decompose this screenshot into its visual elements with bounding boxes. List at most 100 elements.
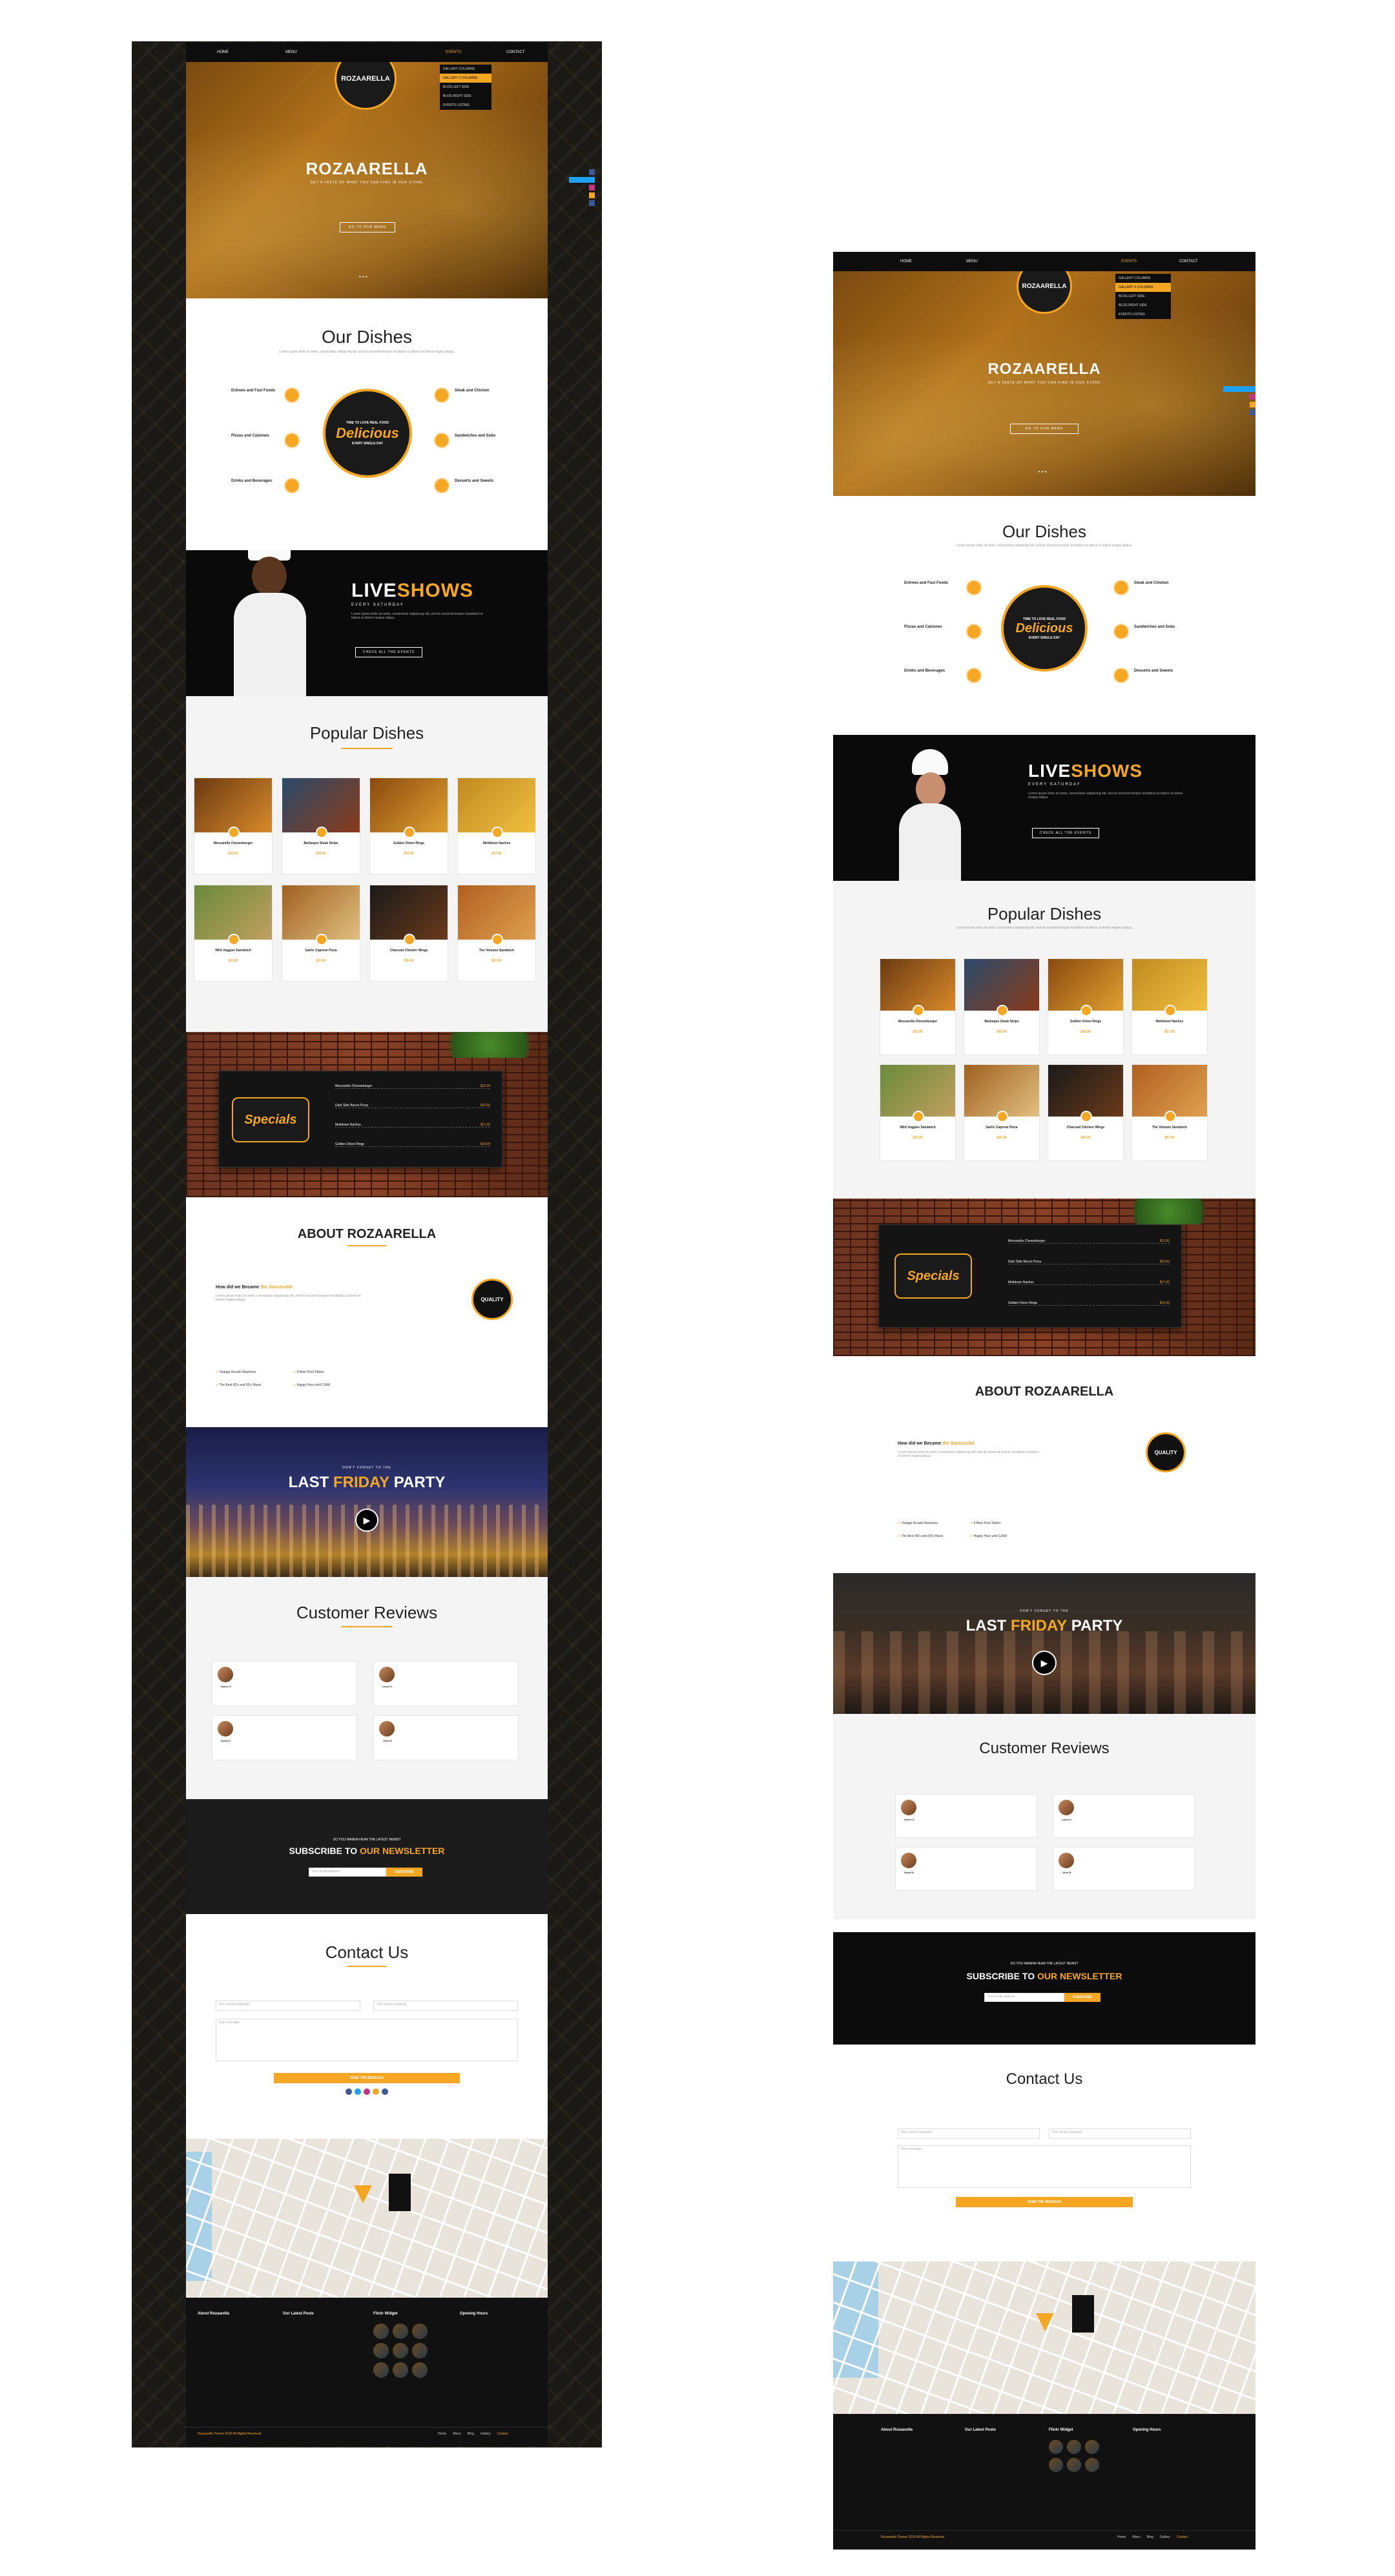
dish-card[interactable]: Charcoal Chicken Wings $16.00	[1048, 1064, 1124, 1161]
dish-card[interactable]: Barbeque Steak Strips $19.00	[964, 958, 1040, 1055]
rss-icon[interactable]	[1250, 402, 1256, 407]
dish-card[interactable]: The Volcano Sandwich $17.00	[457, 885, 536, 982]
flickr-thumb[interactable]	[373, 2343, 389, 2358]
events-button[interactable]: CHECK ALL THE EVENTS	[1032, 828, 1099, 838]
dropdown-item[interactable]: BLOG RIGHT SIDE	[1115, 301, 1171, 310]
map-section-wide[interactable]	[833, 2262, 1256, 2414]
instagram-icon[interactable]	[364, 2088, 370, 2095]
map-section[interactable]	[186, 2139, 548, 2298]
twitter-icon[interactable]	[355, 2088, 361, 2095]
flickr-thumb[interactable]	[412, 2362, 428, 2378]
footer-link[interactable]: Blog	[1147, 2535, 1153, 2539]
twitter-icon[interactable]	[569, 177, 595, 183]
flickr-thumb[interactable]	[1067, 2458, 1081, 2472]
dish-card[interactable]: Meltdown Nachos $17.00	[1132, 958, 1208, 1055]
newsletter-email-input[interactable]: Your email address	[984, 1993, 1064, 2002]
message-textarea[interactable]: Your message	[898, 2145, 1191, 2188]
review-card: Laura S.	[1053, 1794, 1195, 1838]
footer-link[interactable]: Gallery	[1160, 2535, 1170, 2539]
dish-card[interactable]: Garlic Caprese Pizza $22.00	[964, 1064, 1040, 1161]
slider-dots[interactable]: • • •	[359, 274, 367, 280]
vimeo-icon[interactable]	[382, 2088, 388, 2095]
subscribe-button[interactable]: SUBSCRIBE	[1064, 1993, 1100, 2002]
nav-contact[interactable]: CONTACT	[502, 50, 529, 54]
footer-link[interactable]: Home	[438, 2432, 446, 2436]
dropdown-item[interactable]: EVENTS LISTING	[440, 101, 491, 110]
dropdown-item-selected[interactable]: GALLERY 3 COLUMNS	[440, 74, 491, 83]
flickr-thumb[interactable]	[393, 2343, 408, 2358]
footer-link[interactable]: Gallery	[480, 2432, 491, 2436]
dish-card[interactable]: Garlic Caprese Pizza $22.00	[282, 885, 360, 982]
facebook-icon[interactable]	[346, 2088, 352, 2095]
dropdown-item[interactable]: EVENTS LISTING	[1115, 310, 1171, 319]
dropdown-item-selected[interactable]: GALLERY 3 COLUMNS	[1115, 283, 1171, 292]
menu-button[interactable]: GO TO OUR MENU	[1010, 424, 1079, 434]
footer-link-active[interactable]: Contact	[497, 2432, 508, 2436]
footer-link[interactable]: Menu	[1132, 2535, 1141, 2539]
nav-menu[interactable]: MENU	[962, 260, 982, 263]
menu-button[interactable]: GO TO OUR MENU	[340, 222, 395, 232]
instagram-icon[interactable]	[1250, 394, 1256, 400]
flickr-thumb[interactable]	[1085, 2440, 1099, 2454]
nav-contact[interactable]: CONTACT	[1175, 260, 1202, 263]
send-button[interactable]: SEND THE MESSAGE	[274, 2073, 460, 2083]
send-button[interactable]: SEND THE MESSAGE	[956, 2197, 1133, 2207]
vimeo-icon[interactable]	[589, 200, 595, 206]
name-input[interactable]: Your name (required)	[898, 2128, 1040, 2139]
footer-link[interactable]: Menu	[453, 2432, 461, 2436]
subscribe-button[interactable]: SUBSCRIBE	[386, 1868, 422, 1877]
dish-card[interactable]: Wild Veggies Sandwich $13.00	[194, 885, 273, 982]
flickr-thumb[interactable]	[1085, 2458, 1099, 2472]
footer-nav: Home Menu Blog Gallery Contact	[438, 2432, 508, 2436]
facebook-icon[interactable]	[589, 169, 595, 175]
flickr-thumb[interactable]	[1049, 2458, 1063, 2472]
nav-events[interactable]: EVENTS	[1117, 260, 1141, 263]
dish-card[interactable]: Meltdown Nachos $17.00	[457, 778, 536, 874]
brand-logo[interactable]: ROZAARELLA	[335, 62, 397, 110]
newsletter-email-input[interactable]: Your email address	[309, 1868, 386, 1877]
footer-link-active[interactable]: Contact	[1177, 2535, 1188, 2539]
flickr-thumb[interactable]	[393, 2324, 408, 2339]
twitter-icon[interactable]	[1223, 386, 1256, 392]
dish-card[interactable]: Charcoal Chicken Wings $16.00	[369, 885, 448, 982]
footer-link[interactable]: Blog	[468, 2432, 474, 2436]
rss-icon[interactable]	[589, 192, 595, 198]
flickr-thumb[interactable]	[1049, 2440, 1063, 2454]
dish-card[interactable]: Wild Veggies Sandwich $13.00	[880, 1064, 956, 1161]
footer-nav: Home Menu Blog Gallery Contact	[1117, 2535, 1188, 2539]
instagram-icon[interactable]	[589, 185, 595, 191]
dish-card[interactable]: Golden Onion Rings $10.00	[1048, 958, 1124, 1055]
flickr-thumb[interactable]	[1067, 2440, 1081, 2454]
dropdown-item[interactable]: BLOG RIGHT SIDE	[440, 92, 491, 101]
footer-link[interactable]: Home	[1117, 2535, 1126, 2539]
brand-logo[interactable]: ROZAARELLA	[1017, 271, 1072, 314]
dropdown-item[interactable]: BLOG LEFT SIDE	[1115, 292, 1171, 301]
dish-card[interactable]: Golden Onion Rings $10.00	[369, 778, 448, 874]
slider-dots[interactable]: • • •	[1038, 469, 1047, 475]
events-button[interactable]: CHECK ALL THE EVENTS	[355, 647, 422, 657]
nav-events[interactable]: EVENTS	[442, 50, 465, 54]
name-input[interactable]: Your name (required)	[216, 2001, 360, 2011]
dropdown-item[interactable]: GALLERY COLUMNS	[1115, 274, 1171, 283]
flickr-thumb[interactable]	[412, 2343, 428, 2358]
flickr-thumb[interactable]	[373, 2324, 389, 2339]
play-icon[interactable]: ▶	[1032, 1651, 1057, 1675]
nav-home[interactable]: HOME	[213, 50, 232, 54]
dish-card[interactable]: Mozzarella Cheeseburger $12.00	[194, 778, 273, 874]
flickr-thumb[interactable]	[412, 2324, 428, 2339]
nav-home[interactable]: HOME	[896, 260, 916, 263]
vimeo-icon[interactable]	[1250, 409, 1256, 415]
flickr-thumb[interactable]	[393, 2362, 408, 2378]
dropdown-item[interactable]: GALLERY COLUMNS	[440, 65, 491, 74]
email-input[interactable]: Your email (required)	[1049, 2128, 1191, 2139]
dish-card[interactable]: Barbeque Steak Strips $19.00	[282, 778, 360, 874]
flickr-thumb[interactable]	[373, 2362, 389, 2378]
rss-icon[interactable]	[373, 2088, 379, 2095]
dish-card[interactable]: Mozzarella Cheeseburger $12.00	[880, 958, 956, 1055]
dish-card[interactable]: The Volcano Sandwich $17.00	[1132, 1064, 1208, 1161]
nav-menu[interactable]: MENU	[282, 50, 301, 54]
message-textarea[interactable]: Your message	[216, 2019, 518, 2061]
email-input[interactable]: Your email (required)	[373, 2001, 518, 2011]
play-icon[interactable]: ▶	[355, 1509, 378, 1532]
dropdown-item[interactable]: BLOG LEFT SIDE	[440, 83, 491, 92]
